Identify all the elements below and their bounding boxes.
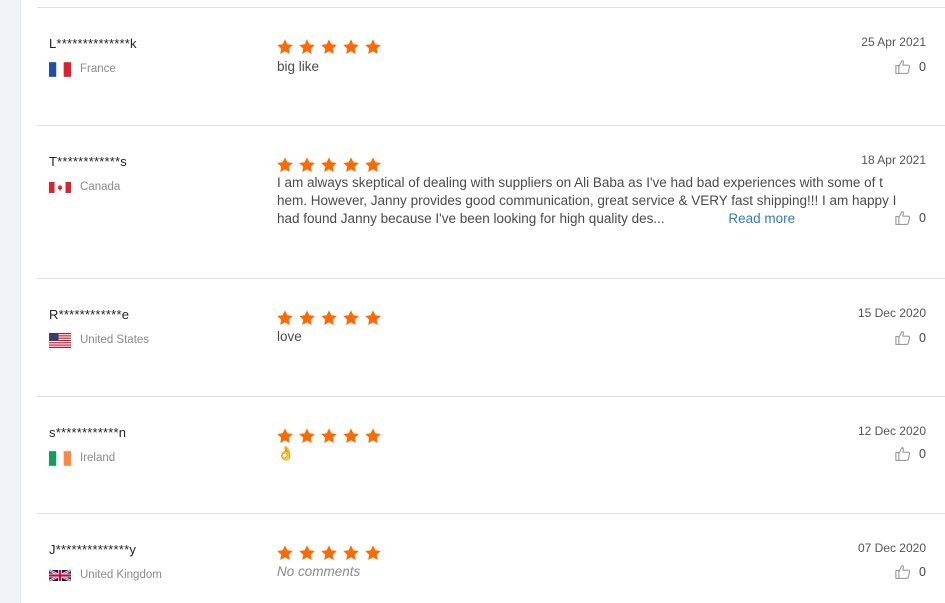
review-text: I am always skeptical of dealing with su… [277, 174, 897, 228]
star-rating [276, 309, 386, 327]
review-text: love [277, 328, 893, 346]
helpful-button[interactable]: 0 [894, 58, 926, 76]
review-text-content: love [277, 329, 302, 344]
reviewer-country: Canada [49, 179, 120, 195]
star-icon [364, 38, 382, 56]
star-icon [364, 427, 382, 445]
review-text-content: big like [277, 59, 320, 74]
star-icon [342, 156, 360, 174]
helpful-button[interactable]: 0 [894, 329, 926, 347]
review-date: 18 Apr 2021 [861, 153, 926, 167]
star-icon [364, 309, 382, 327]
star-rating [276, 38, 386, 56]
thumbs-up-icon [894, 563, 912, 581]
helpful-button[interactable]: 0 [894, 209, 926, 227]
review-item: s************n Ireland 👌 12 Dec 2020 0 [37, 397, 945, 514]
reviewer-country: United States [49, 332, 149, 348]
star-icon [276, 38, 294, 56]
star-icon [298, 156, 316, 174]
star-icon [342, 427, 360, 445]
star-icon [320, 544, 338, 562]
france-flag-icon [49, 61, 71, 77]
star-rating [276, 544, 386, 562]
thumbs-up-icon [894, 58, 912, 76]
review-text-content: I am always skeptical of dealing with su… [277, 175, 897, 226]
read-more-link[interactable]: Read more [728, 211, 795, 226]
helpful-count: 0 [919, 447, 926, 461]
country-name: Canada [80, 181, 121, 193]
reviewer-country: Ireland [49, 450, 115, 466]
star-icon [342, 309, 360, 327]
star-icon [364, 544, 382, 562]
star-icon [298, 427, 316, 445]
reviewer-country: France [49, 61, 116, 77]
star-rating [276, 427, 386, 445]
reviewer-name: J**************y [49, 542, 137, 557]
review-date: 25 Apr 2021 [861, 35, 926, 49]
star-icon [320, 38, 338, 56]
review-date: 12 Dec 2020 [857, 424, 926, 438]
star-icon [276, 156, 294, 174]
thumbs-up-icon [894, 209, 912, 227]
star-icon [276, 309, 294, 327]
country-name: United States [80, 334, 150, 346]
review-text: 👌 [277, 444, 893, 462]
star-icon [364, 156, 382, 174]
canada-flag-icon [49, 180, 71, 195]
star-icon [276, 544, 294, 562]
country-name: United Kingdom [80, 569, 162, 581]
helpful-button[interactable]: 0 [894, 445, 926, 463]
helpful-button[interactable]: 0 [894, 563, 926, 581]
review-text: No comments [277, 563, 893, 581]
reviewer-name: R************e [49, 307, 130, 322]
star-icon [320, 156, 338, 174]
helpful-count: 0 [919, 60, 926, 74]
country-name: Ireland [80, 452, 116, 464]
thumbs-up-icon [894, 445, 912, 463]
reviewer-country: United Kingdom [49, 567, 162, 583]
ireland-flag-icon [49, 450, 71, 466]
star-icon [320, 309, 338, 327]
review-date: 07 Dec 2020 [857, 541, 926, 555]
star-icon [298, 309, 316, 327]
review-item: J**************y United Kingdom No comme… [37, 514, 945, 603]
united-kingdom-flag-icon [49, 568, 71, 583]
country-name: France [80, 63, 116, 75]
star-icon [276, 427, 294, 445]
helpful-count: 0 [919, 565, 926, 579]
helpful-count: 0 [919, 331, 926, 345]
review-item: R************e United States love 15 Dec… [37, 279, 945, 397]
reviewer-name: s************n [49, 425, 127, 440]
helpful-count: 0 [919, 211, 926, 225]
star-icon [320, 427, 338, 445]
reviewer-name: L**************k [49, 36, 137, 51]
star-rating [276, 156, 386, 174]
united-states-flag-icon [49, 332, 71, 348]
star-icon [342, 38, 360, 56]
review-text-content: No comments [277, 564, 361, 579]
review-date: 15 Dec 2020 [857, 306, 926, 320]
review-text-content: 👌 [277, 445, 295, 461]
star-icon [298, 38, 316, 56]
thumbs-up-icon [894, 329, 912, 347]
review-item: L**************k France big like 25 Apr … [37, 8, 945, 126]
review-item: T************s Canada I am always skepti… [37, 126, 945, 279]
reviewer-name: T************s [49, 154, 127, 169]
review-text: big like [277, 58, 893, 76]
star-icon [298, 544, 316, 562]
left-gutter [0, 0, 21, 603]
star-icon [342, 544, 360, 562]
